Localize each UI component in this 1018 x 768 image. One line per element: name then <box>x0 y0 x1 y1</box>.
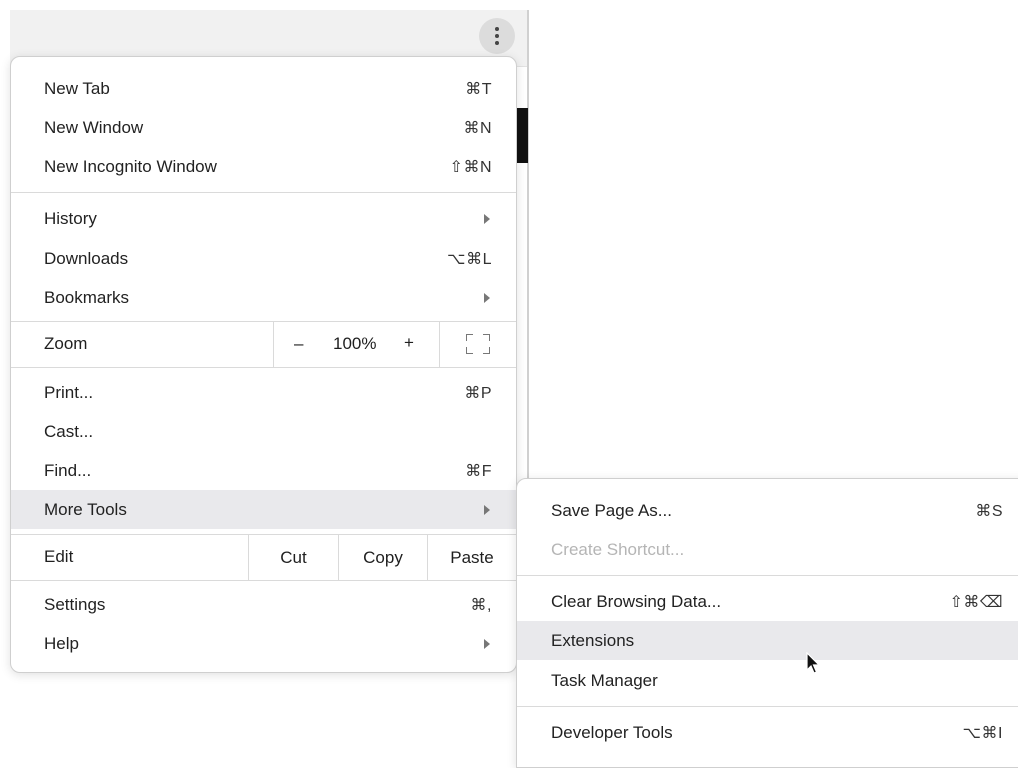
submenu-separator <box>517 575 1018 576</box>
menu-item-label: New Incognito Window <box>44 156 217 176</box>
submenu-arrow-icon <box>484 504 490 515</box>
submenu-item-extensions[interactable]: Extensions <box>517 621 1018 660</box>
submenu-item-create-shortcut: Create Shortcut... <box>517 530 1018 569</box>
submenu-item-shortcut: ⌥⌘I <box>962 724 1003 742</box>
menu-item-label: Downloads <box>44 248 129 268</box>
cut-label: Cut <box>280 547 307 567</box>
paste-label: Paste <box>450 547 494 567</box>
menu-item-label: New Window <box>44 117 144 137</box>
zoom-divider <box>273 322 274 367</box>
submenu-item-label: Developer Tools <box>551 722 673 742</box>
zoom-in-button[interactable]: + <box>404 333 414 353</box>
more-options-icon[interactable] <box>479 18 515 54</box>
menu-item-new-tab[interactable]: New Tab ⌘T <box>11 69 516 108</box>
submenu-separator <box>517 706 1018 707</box>
zoom-level: 100% <box>333 334 377 353</box>
submenu-item-save-page-as[interactable]: Save Page As... ⌘S <box>517 491 1018 530</box>
submenu-arrow-icon <box>484 213 490 224</box>
browser-main-menu: New Tab ⌘T New Window ⌘N New Incognito W… <box>10 56 517 673</box>
menu-item-label: Cast... <box>44 421 94 441</box>
submenu-item-label: Save Page As... <box>551 500 672 520</box>
menu-separator <box>11 580 516 581</box>
menu-item-history[interactable]: History <box>11 199 516 238</box>
more-tools-submenu: Save Page As... ⌘S Create Shortcut... Cl… <box>516 478 1018 768</box>
menu-item-shortcut: ⇧⌘N <box>449 158 492 176</box>
menu-item-label: Find... <box>44 460 92 480</box>
menu-item-label: New Tab <box>44 78 110 98</box>
menu-item-new-incognito-window[interactable]: New Incognito Window ⇧⌘N <box>11 147 516 186</box>
menu-item-more-tools[interactable]: More Tools <box>11 490 516 529</box>
menu-item-find[interactable]: Find... ⌘F <box>11 451 516 490</box>
menu-item-shortcut: ⌥⌘L <box>447 250 492 268</box>
edit-row: Edit Cut Copy Paste <box>11 535 516 580</box>
menu-item-shortcut: ⌘F <box>465 462 492 480</box>
menu-separator <box>11 192 516 193</box>
menu-item-new-window[interactable]: New Window ⌘N <box>11 108 516 147</box>
submenu-item-clear-browsing-data[interactable]: Clear Browsing Data... ⇧⌘⌫ <box>517 582 1018 621</box>
menu-item-bookmarks[interactable]: Bookmarks <box>11 278 516 317</box>
menu-item-shortcut: ⌘P <box>464 384 492 402</box>
menu-item-label: Help <box>44 633 79 653</box>
page-edge <box>527 10 529 478</box>
menu-item-cast[interactable]: Cast... <box>11 412 516 451</box>
menu-item-shortcut: ⌘T <box>465 80 492 98</box>
menu-item-help[interactable]: Help <box>11 624 516 663</box>
submenu-arrow-icon <box>484 292 490 303</box>
paste-button[interactable]: Paste <box>428 535 516 580</box>
zoom-out-button[interactable]: – <box>294 334 303 354</box>
cut-button[interactable]: Cut <box>249 535 338 580</box>
submenu-arrow-icon <box>484 638 490 649</box>
copy-button[interactable]: Copy <box>339 535 427 580</box>
menu-item-label: Settings <box>44 594 106 614</box>
menu-item-label: Print... <box>44 382 94 402</box>
submenu-item-label: Clear Browsing Data... <box>551 591 722 611</box>
zoom-row: Zoom – 100% + <box>11 322 516 367</box>
fullscreen-icon[interactable] <box>466 334 490 354</box>
menu-item-label: More Tools <box>44 499 127 519</box>
menu-item-label: History <box>44 208 97 228</box>
submenu-item-shortcut: ⇧⌘⌫ <box>949 593 1003 611</box>
menu-item-label: Bookmarks <box>44 287 130 307</box>
menu-item-print[interactable]: Print... ⌘P <box>11 373 516 412</box>
submenu-item-label: Extensions <box>551 630 635 650</box>
submenu-item-label: Task Manager <box>551 670 658 690</box>
mouse-pointer-icon <box>806 652 821 674</box>
edit-label: Edit <box>44 547 74 566</box>
menu-item-shortcut: ⌘N <box>463 119 492 137</box>
menu-item-settings[interactable]: Settings ⌘, <box>11 585 516 624</box>
submenu-item-shortcut: ⌘S <box>975 502 1003 520</box>
zoom-divider <box>439 322 440 367</box>
submenu-item-developer-tools[interactable]: Developer Tools ⌥⌘I <box>517 713 1018 752</box>
submenu-item-task-manager[interactable]: Task Manager <box>517 661 1018 700</box>
copy-label: Copy <box>363 547 403 567</box>
zoom-label: Zoom <box>44 334 88 353</box>
menu-item-downloads[interactable]: Downloads ⌥⌘L <box>11 239 516 278</box>
menu-item-shortcut: ⌘, <box>470 596 492 614</box>
submenu-item-label: Create Shortcut... <box>551 539 685 559</box>
menu-separator <box>11 367 516 368</box>
